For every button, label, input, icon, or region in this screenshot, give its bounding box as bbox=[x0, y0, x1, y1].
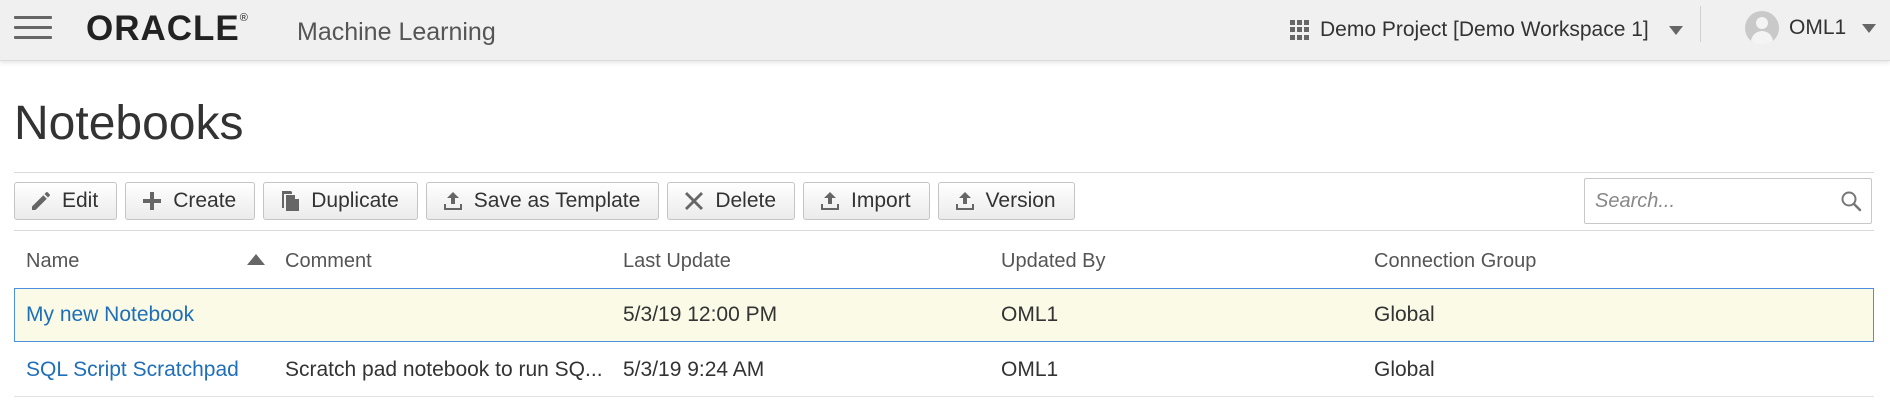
column-header-name[interactable]: Name bbox=[26, 250, 79, 273]
divider bbox=[14, 172, 1874, 173]
version-label: Version bbox=[985, 189, 1056, 212]
table-row[interactable]: SQL Script Scratchpad Scratch pad notebo… bbox=[14, 343, 1874, 397]
header-divider bbox=[1700, 6, 1701, 42]
oracle-logo: ORACLE® bbox=[86, 9, 249, 48]
edit-label: Edit bbox=[62, 189, 99, 212]
project-label: Demo Project [Demo Workspace 1] bbox=[1320, 18, 1649, 41]
create-label: Create bbox=[173, 189, 237, 212]
table-header: Name Comment Last Update Updated By Conn… bbox=[14, 246, 1874, 278]
upload-icon bbox=[443, 192, 462, 210]
notebook-connection-group: Global bbox=[1374, 303, 1435, 326]
version-icon bbox=[955, 192, 974, 210]
search-box bbox=[1584, 178, 1872, 224]
chevron-down-icon bbox=[1862, 23, 1877, 33]
chevron-down-icon bbox=[1668, 25, 1683, 35]
notebook-updated-by: OML1 bbox=[1001, 357, 1059, 381]
column-header-comment[interactable]: Comment bbox=[285, 250, 372, 273]
sort-ascending-icon[interactable] bbox=[247, 254, 265, 265]
search-icon[interactable] bbox=[1839, 189, 1863, 213]
import-button[interactable]: Import bbox=[803, 182, 930, 220]
notebook-updated-by: OML1 bbox=[1001, 303, 1059, 326]
duplicate-button[interactable]: Duplicate bbox=[263, 182, 418, 220]
edit-button[interactable]: Edit bbox=[14, 182, 118, 220]
notebook-connection-group: Global bbox=[1374, 357, 1435, 381]
notebook-name-link[interactable]: My new Notebook bbox=[26, 303, 194, 327]
app-name: Machine Learning bbox=[297, 18, 496, 46]
save-as-template-button[interactable]: Save as Template bbox=[425, 182, 660, 220]
import-label: Import bbox=[851, 189, 911, 212]
column-header-updated-by[interactable]: Updated By bbox=[1001, 250, 1106, 273]
top-bar: ORACLE® Machine Learning Demo Project [D… bbox=[0, 0, 1890, 61]
column-header-connection-group[interactable]: Connection Group bbox=[1374, 250, 1536, 273]
close-icon bbox=[685, 192, 704, 210]
avatar-icon bbox=[1745, 11, 1779, 45]
search-input[interactable] bbox=[1593, 179, 1837, 223]
divider bbox=[14, 230, 1874, 231]
version-button[interactable]: Version bbox=[937, 182, 1075, 220]
project-selector[interactable]: Demo Project [Demo Workspace 1] bbox=[1290, 16, 1683, 44]
plus-icon bbox=[143, 192, 162, 210]
page-title: Notebooks bbox=[14, 97, 244, 150]
notebook-last-update: 5/3/19 12:00 PM bbox=[623, 303, 778, 326]
save-as-template-label: Save as Template bbox=[473, 189, 641, 212]
notebook-name-link[interactable]: SQL Script Scratchpad bbox=[26, 358, 239, 382]
notebook-last-update: 5/3/19 9:24 AM bbox=[623, 357, 765, 381]
user-menu[interactable]: OML1 bbox=[1745, 11, 1877, 45]
create-button[interactable]: Create bbox=[125, 182, 256, 220]
copy-icon bbox=[282, 191, 300, 211]
table-row[interactable]: My new Notebook 5/3/19 12:00 PM OML1 Glo… bbox=[14, 288, 1874, 342]
duplicate-label: Duplicate bbox=[311, 189, 399, 212]
delete-label: Delete bbox=[715, 189, 777, 212]
delete-button[interactable]: Delete bbox=[667, 182, 796, 220]
notebook-comment: Scratch pad notebook to run SQ... bbox=[285, 357, 603, 381]
hamburger-menu-icon[interactable] bbox=[14, 16, 52, 40]
toolbar: Edit Create Duplicate Save as Template D… bbox=[14, 182, 1075, 222]
grid-icon bbox=[1290, 20, 1310, 40]
pencil-icon bbox=[32, 192, 50, 210]
user-name: OML1 bbox=[1789, 16, 1847, 39]
import-icon bbox=[821, 192, 840, 210]
column-header-last-update[interactable]: Last Update bbox=[623, 250, 731, 273]
